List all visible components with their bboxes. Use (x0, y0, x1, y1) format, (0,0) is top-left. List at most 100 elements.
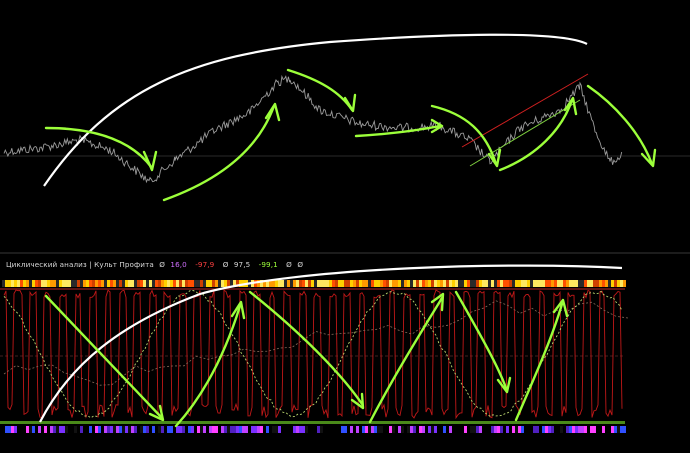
heat-cell (602, 426, 605, 433)
heat-cell (194, 280, 197, 287)
heat-cell (41, 280, 44, 287)
heat-cell (59, 426, 62, 433)
price-pane[interactable] (0, 0, 690, 252)
heat-cell (305, 280, 308, 287)
heat-cell (587, 280, 590, 287)
heat-cell (5, 426, 8, 433)
heat-cell (362, 280, 365, 287)
indicator-pane[interactable] (0, 254, 690, 453)
heat-cell (20, 280, 23, 287)
heat-cell (347, 280, 350, 287)
price-series-line (3, 74, 623, 184)
heat-cell (575, 280, 578, 287)
heat-cell (74, 280, 77, 287)
heat-cell (95, 280, 98, 287)
heat-cell (479, 280, 482, 287)
heat-cell (62, 280, 65, 287)
heat-cell (536, 280, 539, 287)
heat-cell (554, 280, 557, 287)
heat-cell (494, 280, 497, 287)
heat-cell (515, 426, 518, 433)
heat-cell (56, 426, 59, 433)
heat-cell (428, 280, 431, 287)
heat-cell (104, 426, 107, 433)
heat-cell (476, 426, 479, 433)
heat-cell (614, 280, 617, 287)
price-chart[interactable] (0, 0, 690, 252)
heat-cell (323, 280, 326, 287)
heat-cell (212, 280, 215, 287)
heat-cell (299, 426, 302, 433)
heat-cell (143, 280, 146, 287)
heat-cell (329, 280, 332, 287)
heat-cell (14, 426, 17, 433)
heat-cell (164, 280, 167, 287)
heat-cell (560, 280, 563, 287)
heat-cell (38, 426, 41, 433)
heat-cell (611, 280, 614, 287)
heat-cell (497, 280, 500, 287)
heat-cell (593, 426, 596, 433)
bottom-heat-strip (5, 426, 626, 433)
heat-cell (281, 280, 284, 287)
heat-cell (266, 426, 269, 433)
heat-cell (590, 426, 593, 433)
heat-cell (314, 280, 317, 287)
heat-cell (395, 280, 398, 287)
heat-cell (332, 280, 335, 287)
heat-cell (521, 280, 524, 287)
heat-cell (131, 280, 134, 287)
heat-cell (56, 280, 59, 287)
heat-cell (188, 426, 191, 433)
heat-cell (227, 426, 230, 433)
heat-cell (35, 280, 38, 287)
heat-cell (572, 280, 575, 287)
heat-cell (32, 280, 35, 287)
heat-cell (107, 280, 110, 287)
heat-cell (431, 280, 434, 287)
heat-cell (386, 280, 389, 287)
heat-cell (122, 280, 125, 287)
top-heat-strip (2, 280, 626, 287)
heat-cell (299, 280, 302, 287)
heat-cell (533, 280, 536, 287)
heat-cell (524, 280, 527, 287)
heat-cell (320, 280, 323, 287)
heat-cell (65, 280, 68, 287)
heat-cell (311, 280, 314, 287)
heat-cell (545, 280, 548, 287)
heat-cell (113, 426, 116, 433)
heat-cell (590, 280, 593, 287)
heat-cell (155, 280, 158, 287)
heat-cell (383, 280, 386, 287)
cycle-indicator-chart[interactable] (0, 254, 690, 453)
heat-cell (89, 426, 92, 433)
heat-cell (326, 280, 329, 287)
heat-cell (272, 426, 275, 433)
heat-cell (290, 280, 293, 287)
heat-cell (53, 280, 56, 287)
heat-cell (437, 280, 440, 287)
heat-cell (98, 280, 101, 287)
heat-cell (80, 426, 83, 433)
heat-cell (542, 426, 545, 433)
heat-cell (596, 280, 599, 287)
heat-cell (152, 280, 155, 287)
heat-cell (470, 280, 473, 287)
heat-cell (182, 280, 185, 287)
heat-cell (308, 280, 311, 287)
heat-cell (620, 426, 623, 433)
heat-cell (341, 280, 344, 287)
heat-cell (224, 426, 227, 433)
heat-cell (215, 426, 218, 433)
heat-cell (539, 280, 542, 287)
heat-cell (617, 280, 620, 287)
heat-cell (461, 280, 464, 287)
heat-cell (125, 426, 128, 433)
arrow-annotation (162, 104, 276, 202)
heat-cell (614, 426, 617, 433)
heat-cell (506, 280, 509, 287)
heat-cell (200, 426, 203, 433)
heat-cell (467, 280, 470, 287)
heat-cell (278, 426, 281, 433)
